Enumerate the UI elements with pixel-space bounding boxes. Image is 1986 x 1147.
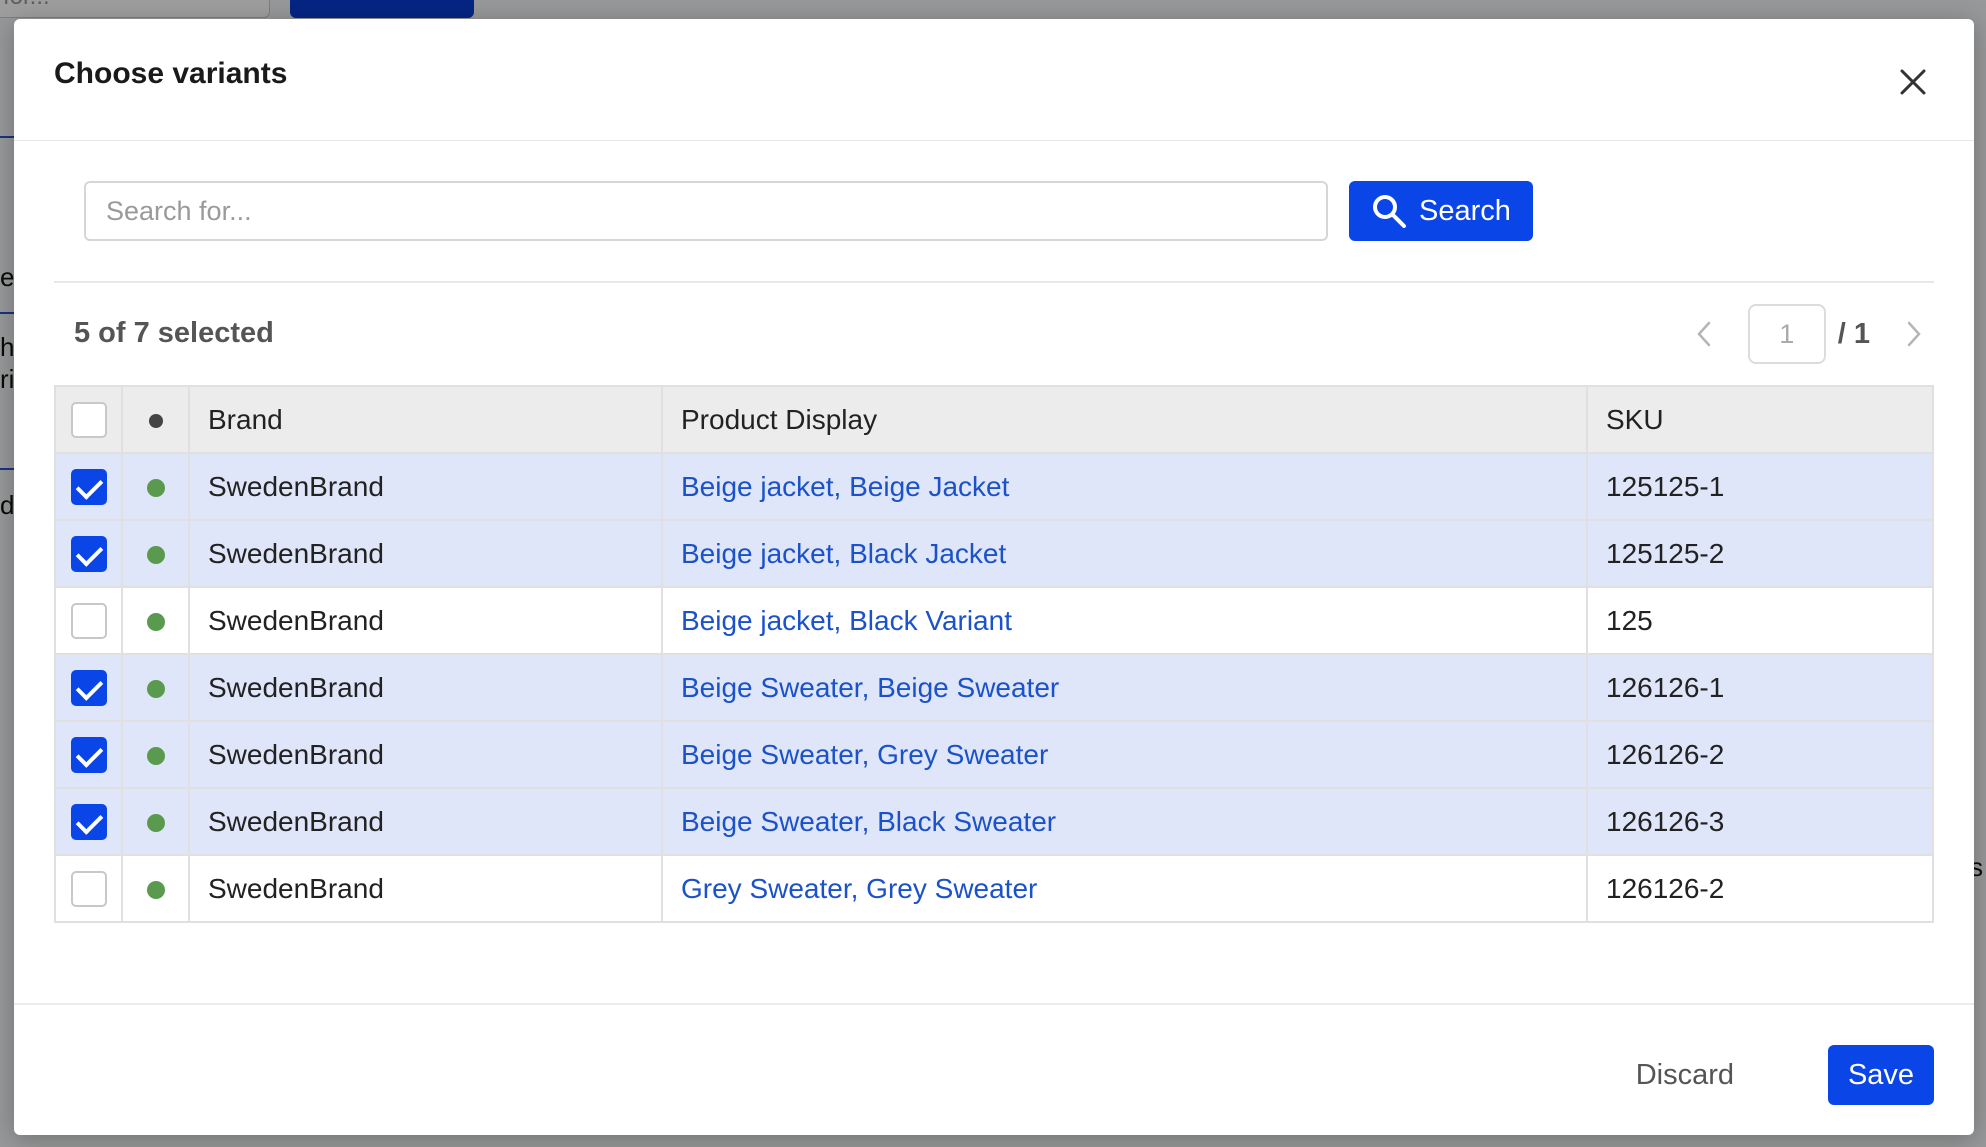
- table-row[interactable]: SwedenBrand Beige Sweater, Black Sweater 1…: [54, 787, 1934, 856]
- dialog-title: Choose variants: [54, 57, 288, 90]
- table-row[interactable]: SwedenBrand Beige Sweater, Grey Sweater 12…: [54, 720, 1934, 789]
- row-checkbox-cell: [54, 854, 123, 923]
- status-header-cell: [121, 385, 190, 454]
- product-display-cell: Beige Sweater, Grey Sweater: [661, 720, 1588, 789]
- status-dot-icon: [146, 613, 165, 632]
- row-checkbox[interactable]: [70, 602, 107, 639]
- close-icon: [1900, 69, 1926, 95]
- sku-cell: 126126-1: [1586, 653, 1934, 722]
- variants-table: Brand Product Display SKU SwedenBrand Bei…: [54, 385, 1934, 923]
- table-row[interactable]: SwedenBrand Grey Sweater, Grey Sweater 126…: [54, 854, 1934, 923]
- chevron-left-icon: [1697, 321, 1710, 347]
- dialog-header: Choose variants: [14, 19, 1974, 141]
- product-display-cell: Beige Sweater, Black Sweater: [661, 787, 1588, 856]
- close-button[interactable]: [1888, 57, 1938, 107]
- product-link[interactable]: Beige Sweater, Grey Sweater: [681, 739, 1048, 770]
- row-checkbox-cell: [54, 720, 123, 789]
- product-link[interactable]: Grey Sweater, Grey Sweater: [681, 873, 1037, 904]
- sku-cell: 125: [1586, 586, 1934, 655]
- brand-cell: SwedenBrand: [188, 586, 663, 655]
- page-total: / 1: [1837, 317, 1870, 350]
- sku-cell: 126126-2: [1586, 720, 1934, 789]
- brand-cell: SwedenBrand: [188, 519, 663, 588]
- select-all-cell: [54, 385, 123, 454]
- save-button[interactable]: Save: [1828, 1045, 1934, 1105]
- sku-cell: 125125-2: [1586, 519, 1934, 588]
- selected-count: 5 of 7 selected: [74, 317, 274, 349]
- row-checkbox[interactable]: [70, 870, 107, 907]
- column-header-brand[interactable]: Brand: [188, 385, 663, 454]
- brand-cell: SwedenBrand: [188, 452, 663, 521]
- column-header-product-display[interactable]: Product Display: [661, 385, 1588, 454]
- page-number-input[interactable]: [1747, 304, 1826, 364]
- choose-variants-dialog: Choose variants Search 5 of 7 selected /…: [14, 19, 1974, 1135]
- row-checkbox[interactable]: [70, 669, 107, 706]
- row-status-cell: [121, 519, 190, 588]
- discard-button[interactable]: Discard: [1626, 1045, 1744, 1105]
- dialog-footer: Discard Save: [14, 1003, 1974, 1135]
- search-divider: [54, 281, 1934, 283]
- chevron-right-icon: [1907, 321, 1921, 347]
- table-row[interactable]: SwedenBrand Beige jacket, Beige Jacket 125…: [54, 452, 1934, 521]
- row-checkbox[interactable]: [70, 468, 107, 505]
- product-display-cell: Beige jacket, Black Jacket: [661, 519, 1588, 588]
- brand-cell: SwedenBrand: [188, 653, 663, 722]
- search-button-label: Search: [1419, 194, 1511, 227]
- row-checkbox[interactable]: [70, 535, 107, 572]
- previous-page-button[interactable]: [1684, 314, 1724, 354]
- column-header-sku[interactable]: SKU: [1586, 385, 1934, 454]
- table-row[interactable]: SwedenBrand Beige Sweater, Beige Sweater 1…: [54, 653, 1934, 722]
- product-display-cell: Beige Sweater, Beige Sweater: [661, 653, 1588, 722]
- status-dot-icon: [146, 479, 165, 498]
- sku-cell: 125125-1: [1586, 452, 1934, 521]
- product-display-cell: Beige jacket, Beige Jacket: [661, 452, 1588, 521]
- status-dot-icon: [146, 881, 165, 900]
- status-dot-icon: [146, 546, 165, 565]
- row-checkbox-cell: [54, 519, 123, 588]
- brand-cell: SwedenBrand: [188, 854, 663, 923]
- brand-cell: SwedenBrand: [188, 720, 663, 789]
- table-row[interactable]: SwedenBrand Beige jacket, Black Variant 12…: [54, 586, 1934, 655]
- pagination: / 1: [1684, 304, 1934, 364]
- product-link[interactable]: Beige jacket, Black Variant: [681, 605, 1012, 636]
- row-status-cell: [121, 653, 190, 722]
- status-dot-icon: [146, 747, 165, 766]
- status-dot-icon: [146, 680, 165, 699]
- row-checkbox[interactable]: [70, 736, 107, 773]
- row-checkbox-cell: [54, 586, 123, 655]
- row-status-cell: [121, 586, 190, 655]
- product-link[interactable]: Beige Sweater, Beige Sweater: [681, 672, 1059, 703]
- next-page-button[interactable]: [1894, 314, 1934, 354]
- product-display-cell: Beige jacket, Black Variant: [661, 586, 1588, 655]
- status-dot-icon: [148, 414, 163, 429]
- row-status-cell: [121, 854, 190, 923]
- row-checkbox[interactable]: [70, 803, 107, 840]
- row-status-cell: [121, 720, 190, 789]
- table-row[interactable]: SwedenBrand Beige jacket, Black Jacket 125…: [54, 519, 1934, 588]
- select-all-checkbox[interactable]: [70, 401, 107, 438]
- sku-cell: 126126-2: [1586, 854, 1934, 923]
- row-status-cell: [121, 787, 190, 856]
- table-header-row: Brand Product Display SKU: [54, 385, 1934, 454]
- search-icon: [1373, 195, 1407, 228]
- product-link[interactable]: Beige jacket, Beige Jacket: [681, 471, 1009, 502]
- search-button[interactable]: Search: [1349, 181, 1533, 241]
- product-display-cell: Grey Sweater, Grey Sweater: [661, 854, 1588, 923]
- product-link[interactable]: Beige jacket, Black Jacket: [681, 538, 1006, 569]
- row-checkbox-cell: [54, 787, 123, 856]
- product-link[interactable]: Beige Sweater, Black Sweater: [681, 806, 1056, 837]
- status-dot-icon: [146, 814, 165, 833]
- row-checkbox-cell: [54, 452, 123, 521]
- search-input[interactable]: [84, 181, 1328, 241]
- sku-cell: 126126-3: [1586, 787, 1934, 856]
- row-checkbox-cell: [54, 653, 123, 722]
- row-status-cell: [121, 452, 190, 521]
- brand-cell: SwedenBrand: [188, 787, 663, 856]
